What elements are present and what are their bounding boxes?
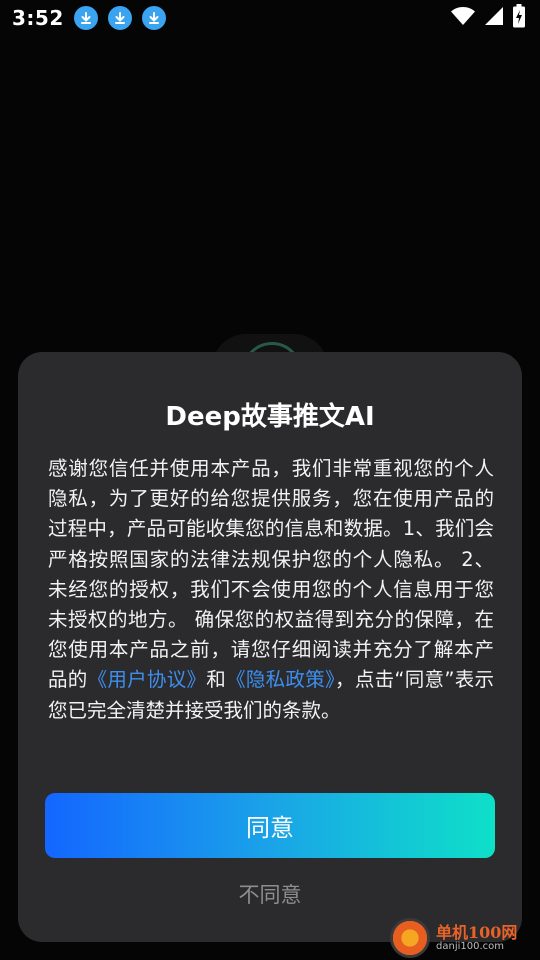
privacy-dialog: Deep故事推文AI 感谢您信任并使用本产品，我们非常重视您的个人隐私，为了更好… [18, 352, 522, 942]
disagree-button[interactable]: 不同意 [18, 876, 522, 912]
watermark-name: 单机100网 [436, 922, 518, 942]
watermark-text: 单机100网 danji100.com [436, 924, 517, 953]
status-bar: 3:52 [0, 0, 540, 36]
user-agreement-link[interactable]: 《用户协议》 [88, 668, 207, 691]
agree-button[interactable]: 同意 [45, 793, 495, 858]
privacy-policy-link[interactable]: 《隐私政策》 [226, 668, 335, 691]
watermark: 单机100网 danji100.com [390, 916, 536, 960]
download-icon [73, 6, 98, 30]
body-text-and: 和 [206, 668, 227, 692]
download-icon [107, 6, 132, 30]
dialog-title: Deep故事推文AI [165, 402, 375, 432]
watermark-logo-icon [390, 918, 430, 958]
status-left: 3:52 [12, 6, 166, 30]
watermark-url: danji100.com [436, 941, 504, 953]
dialog-body: 感谢您信任并使用本产品，我们非常重视您的个人隐私，为了更好的给您提供服务，您在使… [48, 454, 494, 726]
signal-icon [484, 6, 504, 30]
body-text-part1: 感谢您信任并使用本产品，我们非常重视您的个人隐私，为了更好的给您提供服务，您在使… [48, 457, 494, 692]
status-time: 3:52 [12, 6, 64, 30]
download-icon [141, 6, 166, 30]
wifi-icon [450, 6, 476, 30]
status-right [450, 4, 526, 32]
battery-charging-icon [512, 4, 526, 32]
